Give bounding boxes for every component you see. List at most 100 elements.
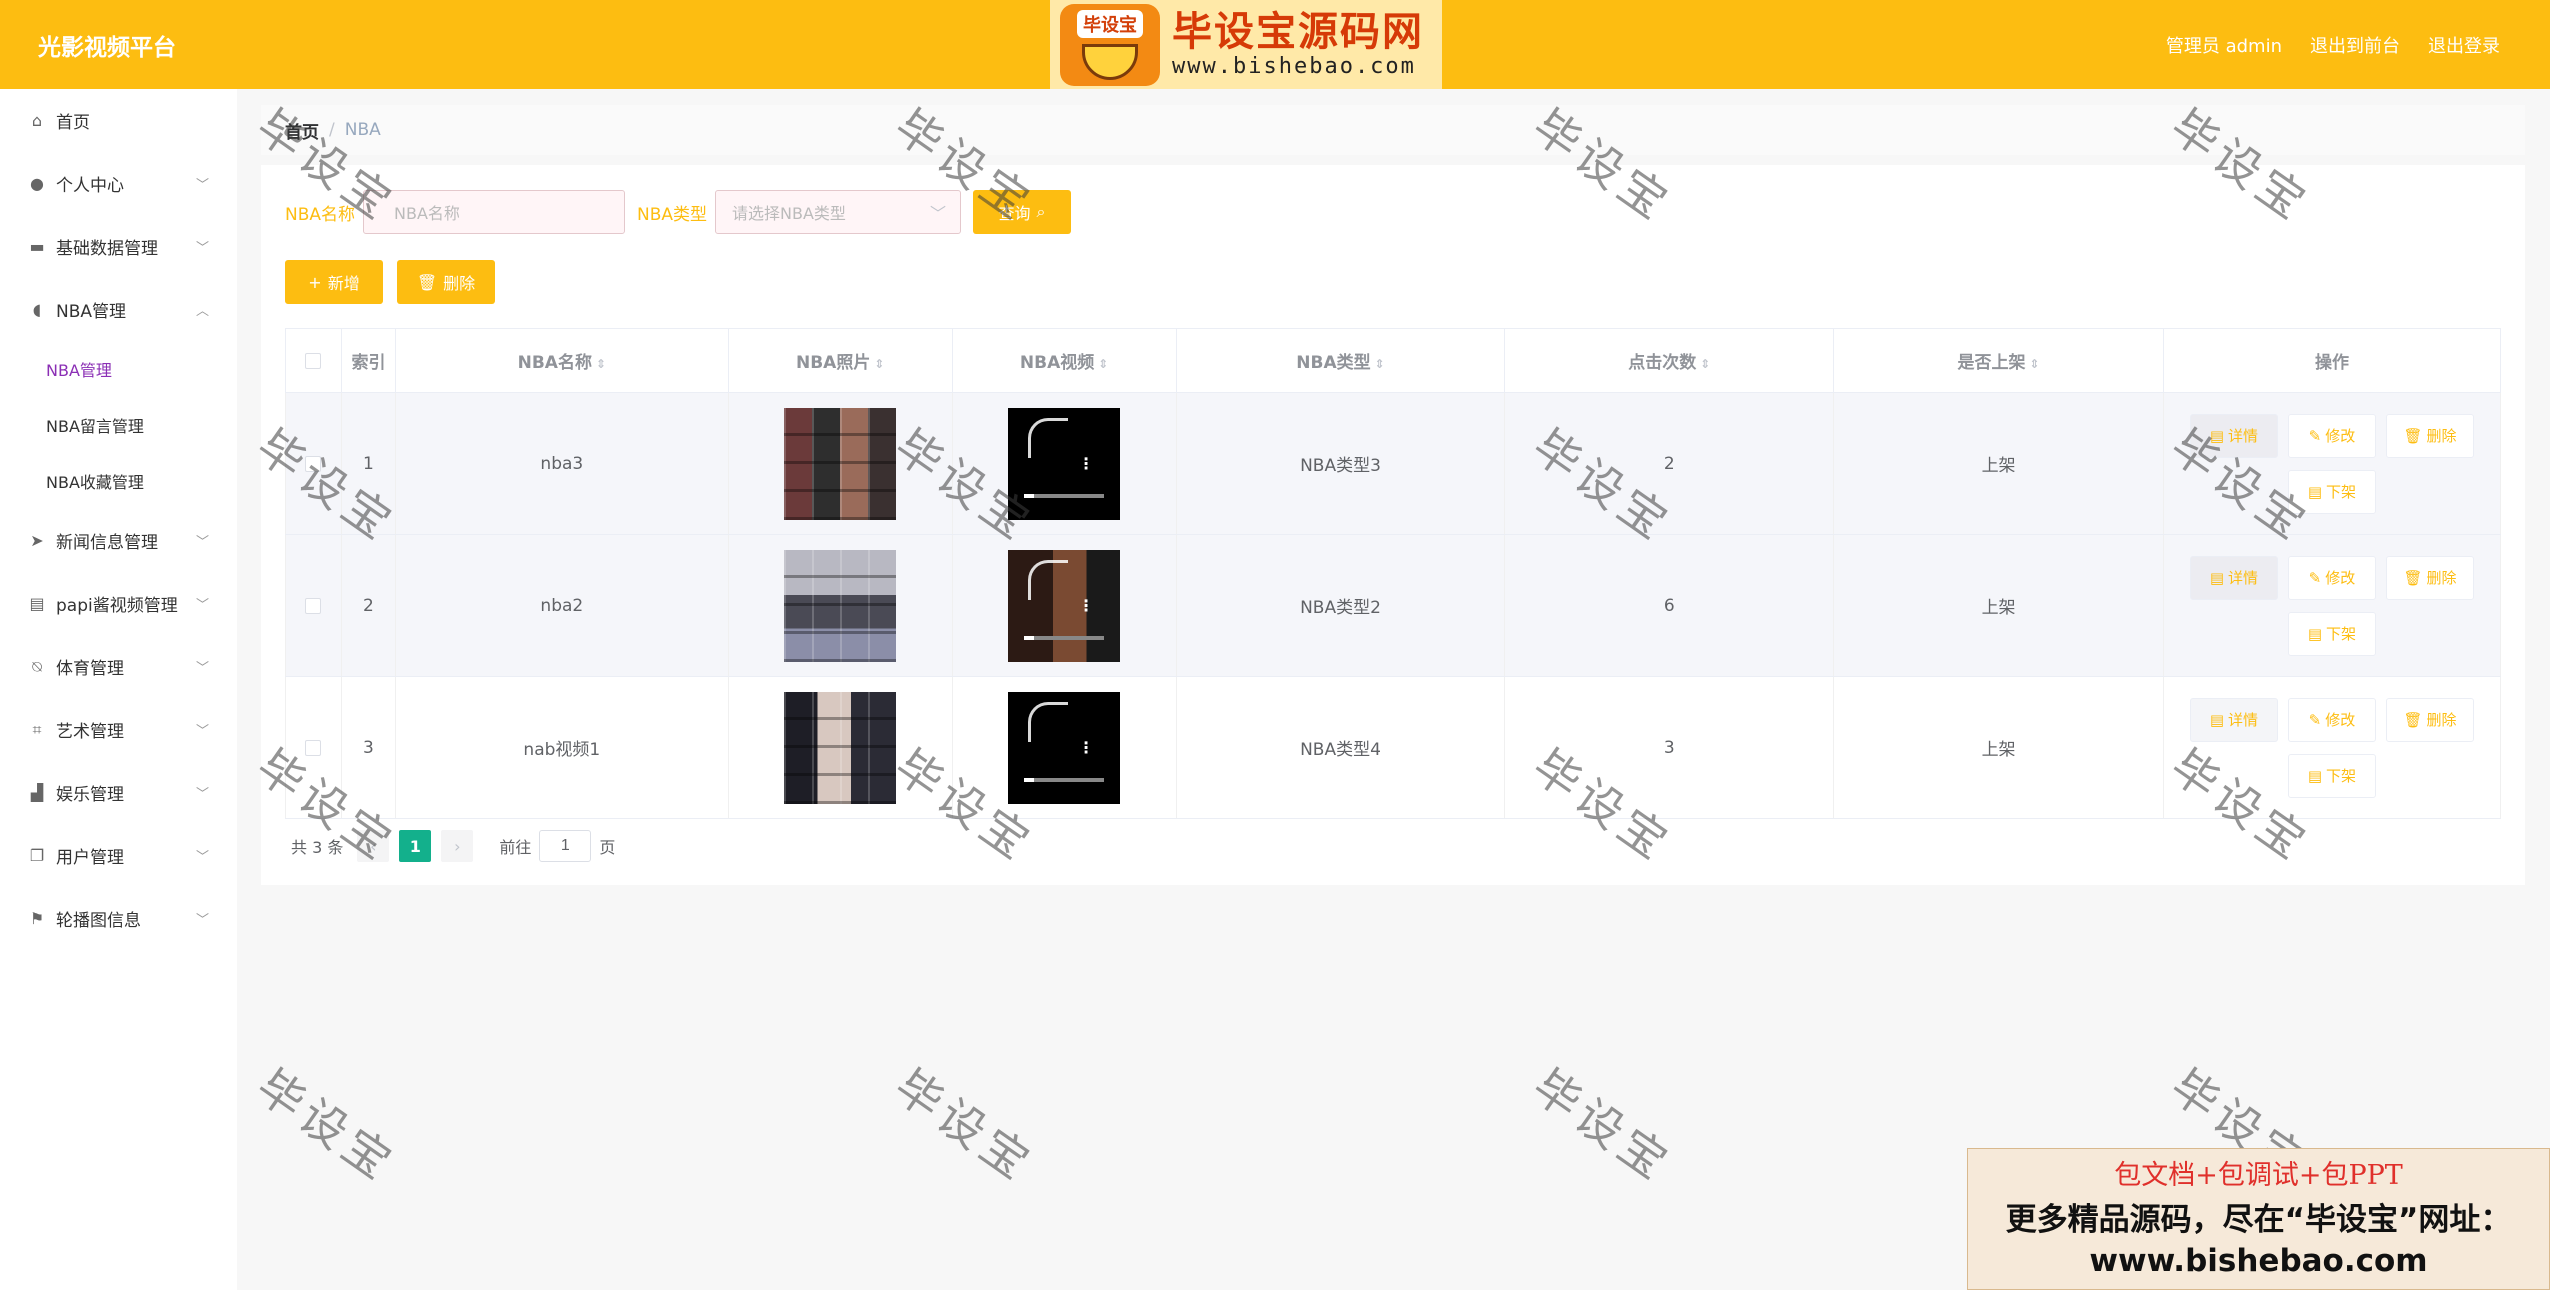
sidebar-item-carousel[interactable]: ⚑ 轮播图信息 ﹀ — [0, 887, 237, 950]
query-button[interactable]: 查询 ⌕ — [973, 190, 1072, 234]
submenu-item-nba-manage[interactable]: NBA管理 — [0, 341, 237, 397]
sidebar-item-news[interactable]: ➤ 新闻信息管理 ﹀ — [0, 509, 237, 572]
header-on-shelf[interactable]: 是否上架 ⇕ — [1833, 328, 2164, 393]
sidebar-item-art[interactable]: ⌗ 艺术管理 ﹀ — [0, 698, 237, 761]
nba-video-player[interactable]: ⋮ — [1008, 407, 1121, 520]
clipboard-icon: ▤ — [29, 593, 45, 613]
header-name[interactable]: NBA名称 ⇕ — [394, 328, 729, 393]
sidebar-item-home[interactable]: ⌂ 首页 — [0, 89, 237, 152]
sidebar-item-label: 用户管理 — [56, 848, 124, 868]
chevron-down-icon: ﹀ — [195, 178, 209, 193]
sort-icon[interactable]: ⇕ — [2030, 357, 2040, 371]
table-row: 3 nab视频1 ⋮ NBA类型4 3 上架 ▤ 详情 ✎ 修改 🗑 删除 ▤ 下架 — [285, 676, 2502, 819]
nba-table: 索引 NBA名称 ⇕ NBA照片 ⇕ NBA视频 ⇕ NBA类型 ⇕ 点击次数 ⇕ 是否上… — [285, 328, 2502, 819]
header-photo[interactable]: NBA照片 ⇕ — [727, 328, 953, 393]
edit-button[interactable]: ✎ 修改 — [2287, 697, 2376, 742]
sidebar-item-personal-center[interactable]: ● 个人中心 ﹀ — [0, 152, 237, 215]
header-name-label: NBA名称 — [517, 353, 592, 373]
sort-icon[interactable]: ⇕ — [874, 357, 884, 371]
sidebar-item-basic-data[interactable]: ▬ 基础数据管理 ﹀ — [0, 215, 237, 278]
submenu-item-nba-comments[interactable]: NBA留言管理 — [0, 397, 237, 453]
table-row: 1 nba3 ⋮ NBA类型3 2 上架 ▤ 详情 ✎ 修改 🗑 删除 ▤ 下架 — [285, 392, 2502, 535]
bowl-icon — [1082, 43, 1138, 80]
chevron-up-icon: ︿ — [195, 304, 209, 319]
goto-page-input[interactable] — [539, 830, 592, 862]
header-type[interactable]: NBA类型 ⇕ — [1175, 328, 1506, 393]
row-select-cell — [285, 534, 342, 677]
row-checkbox[interactable] — [305, 455, 322, 472]
header-photo-label: NBA照片 — [795, 353, 871, 373]
send-icon: ➤ — [30, 530, 44, 550]
logout-link[interactable]: 退出登录 — [2428, 32, 2500, 58]
offline-button[interactable]: ▤ 下架 — [2287, 611, 2376, 656]
sidebar-item-papi-videos[interactable]: ▤ papi酱视频管理 ﹀ — [0, 572, 237, 635]
row-select-cell — [285, 392, 342, 535]
edit-label: 修改 — [2325, 569, 2356, 587]
row-checkbox[interactable] — [305, 739, 322, 756]
offline-label: 下架 — [2326, 625, 2357, 643]
edit-button[interactable]: ✎ 修改 — [2287, 555, 2376, 600]
add-button[interactable]: + 新增 — [285, 260, 383, 304]
video-progress-bar[interactable] — [1024, 777, 1105, 782]
sidebar-item-nba[interactable]: ◖ NBA管理 ︿ — [0, 278, 237, 341]
page-suffix: 页 — [599, 838, 616, 857]
offline-button[interactable]: ▤ 下架 — [2287, 753, 2376, 798]
chevron-down-icon: ﹀ — [195, 535, 209, 550]
delete-button[interactable]: 🗑 删除 — [2385, 413, 2474, 458]
table-row: 2 nba2 ⋮ NBA类型2 6 上架 ▤ 详情 ✎ 修改 🗑 删除 ▤ 下架 — [285, 534, 2502, 677]
submenu-item-nba-favorites[interactable]: NBA收藏管理 — [0, 453, 237, 509]
nba-photo-thumbnail[interactable] — [784, 549, 897, 662]
edit-button[interactable]: ✎ 修改 — [2287, 413, 2376, 458]
nba-type-select[interactable]: 请选择NBA类型 ﹀ — [715, 190, 962, 234]
detail-button[interactable]: ▤ 详情 — [2189, 555, 2278, 600]
admin-user-label[interactable]: 管理员 admin — [2166, 32, 2282, 58]
sidebar-item-label: 艺术管理 — [56, 722, 124, 742]
cell-ops: ▤ 详情 ✎ 修改 🗑 删除 ▤ 下架 — [2162, 534, 2502, 677]
header-clicks[interactable]: 点击次数 ⇕ — [1504, 328, 1835, 393]
ad-banner[interactable]: 包文档+包调试+包PPT 更多精品源码，尽在“毕设宝”网址： www.bishe… — [1967, 1148, 2550, 1290]
header-on-shelf-label: 是否上架 — [1957, 353, 2026, 373]
sidebar-item-entertainment[interactable]: ▟ 娱乐管理 ﹀ — [0, 761, 237, 824]
page-number-current[interactable]: 1 — [399, 830, 432, 862]
app-title: 光影视频平台 — [38, 34, 176, 61]
breadcrumb-home[interactable]: 首页 — [285, 118, 319, 143]
sort-icon[interactable]: ⇕ — [1700, 357, 1710, 371]
row-operations: ▤ 详情 ✎ 修改 🗑 删除 ▤ 下架 — [2182, 413, 2482, 514]
more-vertical-icon[interactable]: ⋮ — [1078, 738, 1094, 757]
nba-video-player[interactable]: ⋮ — [1008, 691, 1121, 804]
delete-button[interactable]: 🗑 删除 — [2385, 555, 2474, 600]
trash-icon: 🗑 — [2403, 710, 2423, 729]
prev-page-button[interactable]: ‹ — [357, 830, 390, 862]
detail-button[interactable]: ▤ 详情 — [2189, 697, 2278, 742]
next-page-button[interactable]: › — [441, 830, 474, 862]
ad-line-3: www.bishebao.com — [2089, 1243, 2428, 1279]
delete-button[interactable]: 🗑 删除 — [2385, 697, 2474, 742]
row-checkbox[interactable] — [305, 597, 322, 614]
cell-name: nba3 — [394, 392, 729, 535]
sidebar: ⌂ 首页 ● 个人中心 ﹀ ▬ 基础数据管理 ﹀ ◖ NBA管理 ︿ NBA管理… — [0, 89, 237, 1290]
video-progress-bar[interactable] — [1024, 493, 1105, 498]
more-vertical-icon[interactable]: ⋮ — [1078, 596, 1094, 615]
header-video[interactable]: NBA视频 ⇕ — [951, 328, 1177, 393]
detail-button[interactable]: ▤ 详情 — [2189, 413, 2278, 458]
nba-video-player[interactable]: ⋮ — [1008, 549, 1121, 662]
brand-url: www.bishebao.com — [1172, 54, 1416, 79]
sidebar-item-sports[interactable]: ⍉ 体育管理 ﹀ — [0, 635, 237, 698]
select-all-checkbox[interactable] — [305, 352, 322, 369]
nba-photo-thumbnail[interactable] — [784, 691, 897, 804]
search-form: NBA名称 NBA名称 NBA类型 请选择NBA类型 ﹀ 查询 ⌕ — [285, 190, 1072, 234]
nba-name-input[interactable]: NBA名称 — [363, 190, 626, 234]
sort-icon[interactable]: ⇕ — [596, 357, 606, 371]
offline-button[interactable]: ▤ 下架 — [2287, 469, 2376, 514]
ad-line-2: 更多精品源码，尽在“毕设宝”网址： — [2005, 1202, 2512, 1238]
more-vertical-icon[interactable]: ⋮ — [1078, 454, 1094, 473]
brand-badge-logo: 毕设宝 — [1060, 3, 1160, 86]
back-to-front-link[interactable]: 退出到前台 — [2310, 32, 2400, 58]
video-progress-bar[interactable] — [1024, 635, 1105, 640]
sidebar-item-users[interactable]: ❐ 用户管理 ﹀ — [0, 824, 237, 887]
edit-icon: ✎ — [2308, 426, 2322, 445]
sort-icon[interactable]: ⇕ — [1375, 357, 1385, 371]
nba-photo-thumbnail[interactable] — [784, 407, 897, 520]
sort-icon[interactable]: ⇕ — [1098, 357, 1108, 371]
batch-delete-button[interactable]: 🗑 删除 — [397, 260, 495, 304]
